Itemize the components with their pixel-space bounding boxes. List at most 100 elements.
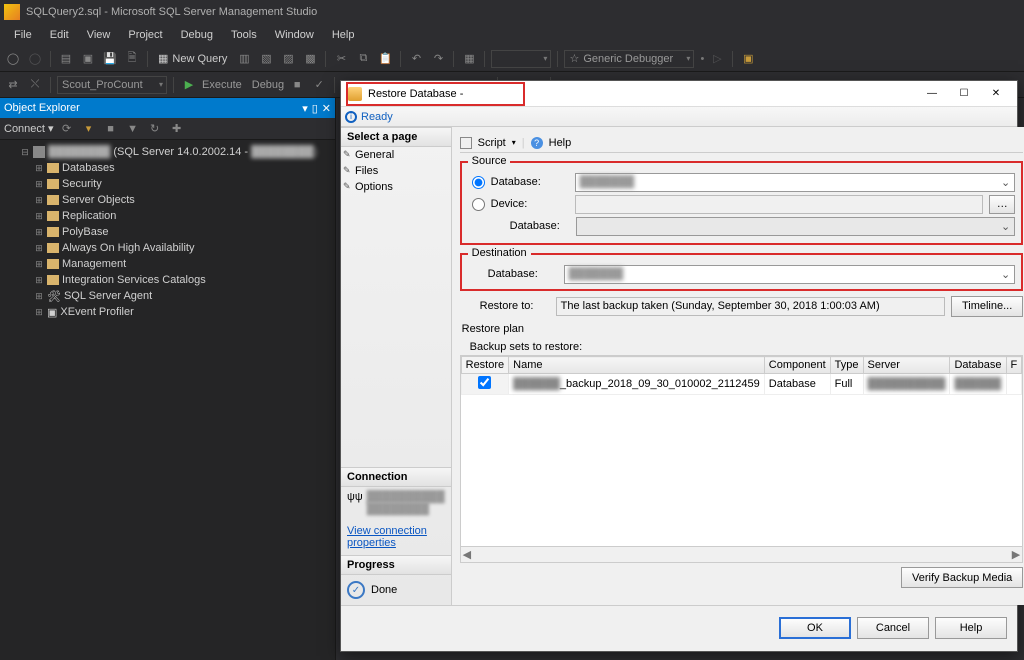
timeline-button[interactable]: Timeline... [951, 296, 1023, 317]
connect-button[interactable]: Connect ▾ [4, 122, 54, 135]
tree-xevent[interactable]: ⊞▣XEvent Profiler [2, 304, 333, 320]
ok-button[interactable]: OK [779, 617, 851, 639]
col-name[interactable]: Name [509, 357, 765, 374]
menu-file[interactable]: File [6, 27, 40, 43]
play-icon: ▷ [708, 50, 726, 68]
col-server[interactable]: Server [863, 357, 950, 374]
execute-button[interactable]: Execute [202, 79, 242, 91]
object-explorer-pane: Object Explorer ▾ ▯ ✕ Connect ▾ ⟳ ▾ ■ ▼ … [0, 98, 336, 660]
tree-polybase[interactable]: ⊞PolyBase [2, 224, 333, 240]
tb-icon-4[interactable]: ▩ [301, 50, 319, 68]
stop-icon[interactable]: ■ [288, 76, 306, 94]
tree-alwayson[interactable]: ⊞Always On High Availability [2, 240, 333, 256]
tb-icon-1[interactable]: ▥ [235, 50, 253, 68]
folder-icon [47, 227, 59, 237]
script-button[interactable]: Script [478, 137, 506, 149]
menu-project[interactable]: Project [120, 27, 170, 43]
close-button[interactable]: ✕ [981, 85, 1011, 103]
server-icon [33, 146, 45, 158]
add-icon[interactable]: ✚ [168, 120, 186, 138]
server-node[interactable]: ⊟ ████████ (SQL Server 14.0.2002.14 - ██… [2, 144, 333, 160]
page-general[interactable]: General [341, 147, 451, 163]
col-restore[interactable]: Restore [461, 357, 509, 374]
new-query-button[interactable]: ▦ New Query [154, 52, 231, 65]
grid-row[interactable]: ██████_backup_2018_09_30_010002_2112459 … [461, 374, 1022, 395]
connection-icon[interactable]: ⇄ [4, 76, 22, 94]
browse-device-button[interactable]: … [989, 195, 1015, 214]
redo-icon[interactable]: ↷ [429, 50, 447, 68]
page-options[interactable]: Options [341, 179, 451, 195]
dialog-titlebar[interactable]: Restore Database - — ☐ ✕ [341, 81, 1017, 107]
minimize-button[interactable]: — [917, 85, 947, 103]
paste-icon[interactable]: 📋 [376, 50, 394, 68]
refresh-icon[interactable]: ⟳ [58, 120, 76, 138]
filter2-icon[interactable]: ▼ [124, 120, 142, 138]
cut-icon[interactable]: ✂ [332, 50, 350, 68]
open-icon[interactable]: ▣ [79, 50, 97, 68]
debug-button[interactable]: Debug [252, 79, 284, 91]
backup-sets-grid[interactable]: Restore Name Component Type Server Datab… [460, 355, 1024, 547]
tb-icon-2[interactable]: ▧ [257, 50, 275, 68]
tree-server-objects[interactable]: ⊞Server Objects [2, 192, 333, 208]
tree-management[interactable]: ⊞Management [2, 256, 333, 272]
col-type[interactable]: Type [830, 357, 863, 374]
save-icon[interactable]: 💾 [101, 50, 119, 68]
cancel-button[interactable]: Cancel [857, 617, 929, 639]
menu-view[interactable]: View [79, 27, 119, 43]
undo-icon[interactable]: ↶ [407, 50, 425, 68]
stop-filter-icon[interactable]: ■ [102, 120, 120, 138]
folder-icon [47, 163, 59, 173]
new-project-icon[interactable]: ▤ [57, 50, 75, 68]
explorer-tree[interactable]: ⊟ ████████ (SQL Server 14.0.2002.14 - ██… [0, 140, 335, 324]
ready-icon: i [345, 111, 357, 123]
object-explorer-header: Object Explorer ▾ ▯ ✕ [0, 98, 335, 118]
col-more[interactable]: F [1006, 357, 1022, 374]
page-files[interactable]: Files [341, 163, 451, 179]
view-connection-link[interactable]: View connection properties [341, 519, 451, 555]
menu-window[interactable]: Window [267, 27, 322, 43]
menu-edit[interactable]: Edit [42, 27, 77, 43]
folder-icon [47, 259, 59, 269]
source-device-radio[interactable] [472, 198, 485, 211]
maximize-button[interactable]: ☐ [949, 85, 979, 103]
zoom-combo[interactable] [491, 50, 551, 68]
parse-icon[interactable]: ✓ [310, 76, 328, 94]
copy-icon[interactable]: ⧉ [354, 50, 372, 68]
restore-checkbox[interactable] [478, 376, 491, 389]
source-device-database-select [576, 217, 1016, 236]
menu-debug[interactable]: Debug [173, 27, 221, 43]
tb-misc-icon[interactable]: ▦ [460, 50, 478, 68]
col-component[interactable]: Component [764, 357, 830, 374]
source-database-select[interactable]: ███████ [575, 173, 1016, 192]
folder-icon [47, 195, 59, 205]
destination-database-select[interactable]: ███████ [564, 265, 1016, 284]
disconnect-icon[interactable]: ⤬ [26, 76, 44, 94]
grid-scrollbar[interactable]: ◀▶ [460, 547, 1024, 563]
menu-tools[interactable]: Tools [223, 27, 265, 43]
tree-integration[interactable]: ⊞Integration Services Catalogs [2, 272, 333, 288]
sync-icon[interactable]: ↻ [146, 120, 164, 138]
dropdown-icon[interactable]: ▾ [302, 102, 308, 115]
col-database[interactable]: Database [950, 357, 1006, 374]
source-database-radio[interactable] [472, 176, 485, 189]
tree-databases[interactable]: ⊞Databases [2, 160, 333, 176]
debugger-combo[interactable]: ☆ Generic Debugger [564, 50, 694, 68]
tree-security[interactable]: ⊞Security [2, 176, 333, 192]
help-link[interactable]: Help [549, 137, 572, 149]
tree-replication[interactable]: ⊞Replication [2, 208, 333, 224]
pin-icon[interactable]: ▯ [312, 102, 318, 115]
script-dropdown-icon[interactable]: ▾ [512, 138, 516, 147]
help-button[interactable]: Help [935, 617, 1007, 639]
tree-agent[interactable]: ⊞🛠SQL Server Agent [2, 288, 333, 304]
verify-backup-button[interactable]: Verify Backup Media [901, 567, 1023, 588]
tb-end-icon[interactable]: ▣ [739, 50, 757, 68]
nav-back-icon[interactable]: ◯ [4, 50, 22, 68]
app-icon [4, 4, 20, 20]
database-combo[interactable]: Scout_ProCount [57, 76, 167, 94]
menu-help[interactable]: Help [324, 27, 363, 43]
execute-icon[interactable]: ▶ [180, 76, 198, 94]
save-all-icon[interactable]: 🗎 [123, 50, 141, 68]
tb-icon-3[interactable]: ▨ [279, 50, 297, 68]
filter-icon[interactable]: ▾ [80, 120, 98, 138]
close-icon[interactable]: ✕ [322, 102, 331, 115]
